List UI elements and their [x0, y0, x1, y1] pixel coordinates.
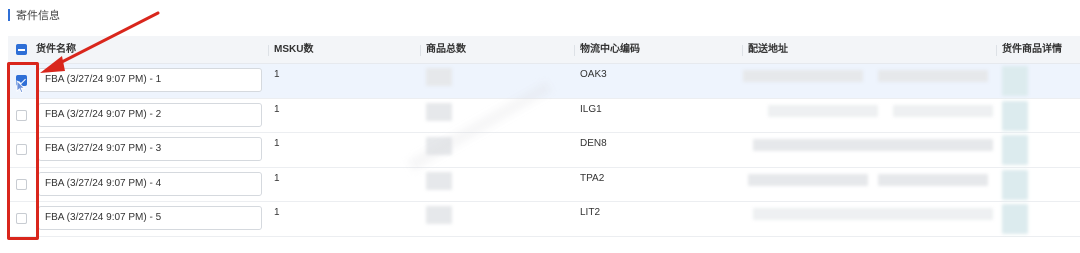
col-header-address: 配送地址 [742, 36, 788, 64]
table-row[interactable]: FBA (3/27/24 9:07 PM) - 3 1 DEN8 [8, 133, 1080, 168]
shipment-name-input[interactable]: FBA (3/27/24 9:07 PM) - 3 [38, 137, 262, 161]
detail-redacted [1002, 66, 1028, 96]
address-redacted [753, 139, 993, 151]
col-header-detail: 货件商品详情 [996, 36, 1062, 64]
shipment-name-input[interactable]: FBA (3/27/24 9:07 PM) - 2 [38, 102, 262, 127]
detail-redacted [1002, 204, 1028, 234]
address-redacted [743, 70, 863, 82]
total-count-redacted [426, 171, 452, 190]
table-row[interactable]: FBA (3/27/24 9:07 PM) - 2 1 ILG1 [8, 99, 1080, 133]
row-checkbox[interactable] [16, 109, 27, 121]
center-code: LIT2 [580, 207, 601, 218]
total-count-redacted [426, 206, 452, 224]
table-row[interactable]: FBA (3/27/24 9:07 PM) - 4 1 TPA2 [8, 168, 1080, 202]
center-code: DEN8 [580, 138, 607, 149]
center-code: TPA2 [580, 172, 605, 184]
address-redacted [878, 173, 988, 186]
mouse-pointer-icon [16, 80, 26, 94]
msku-count: 1 [274, 69, 280, 80]
msku-count: 1 [274, 103, 280, 115]
table-row[interactable]: FBA (3/27/24 9:07 PM) - 5 1 LIT2 [8, 202, 1080, 237]
section-title: 寄件信息 [16, 10, 60, 22]
address-redacted [748, 173, 868, 186]
select-all-checkbox[interactable] [16, 44, 27, 55]
center-code: ILG1 [580, 103, 602, 115]
row-checkbox[interactable] [16, 144, 27, 155]
col-header-center: 物流中心编码 [574, 36, 640, 64]
address-redacted [893, 104, 993, 117]
shipment-name-input[interactable]: FBA (3/27/24 9:07 PM) - 5 [38, 206, 262, 230]
col-header-total: 商品总数 [420, 36, 466, 64]
row-checkbox[interactable] [16, 178, 27, 190]
msku-count: 1 [274, 138, 280, 149]
msku-count: 1 [274, 207, 280, 218]
shipment-name-input[interactable]: FBA (3/27/24 9:07 PM) - 4 [38, 171, 262, 196]
section-header: 寄件信息 [8, 8, 60, 22]
address-redacted [878, 70, 988, 82]
total-count-redacted [426, 68, 452, 86]
center-code: OAK3 [580, 69, 607, 80]
msku-count: 1 [274, 172, 280, 184]
shipment-table: 货件名称 MSKU数 商品总数 物流中心编码 配送地址 货件商品详情 FBA (… [8, 36, 1080, 237]
detail-redacted [1002, 135, 1028, 165]
total-count-redacted [426, 102, 452, 121]
address-redacted [768, 104, 878, 117]
shipment-name-input[interactable]: FBA (3/27/24 9:07 PM) - 1 [38, 68, 262, 92]
address-redacted [753, 208, 993, 220]
col-header-name: 货件名称 [36, 44, 76, 55]
detail-redacted [1002, 169, 1028, 200]
col-header-msku: MSKU数 [267, 36, 313, 64]
section-accent-bar [8, 9, 10, 21]
row-checkbox[interactable] [16, 213, 27, 224]
table-header: 货件名称 MSKU数 商品总数 物流中心编码 配送地址 货件商品详情 [8, 36, 1080, 64]
detail-redacted [1002, 100, 1028, 131]
